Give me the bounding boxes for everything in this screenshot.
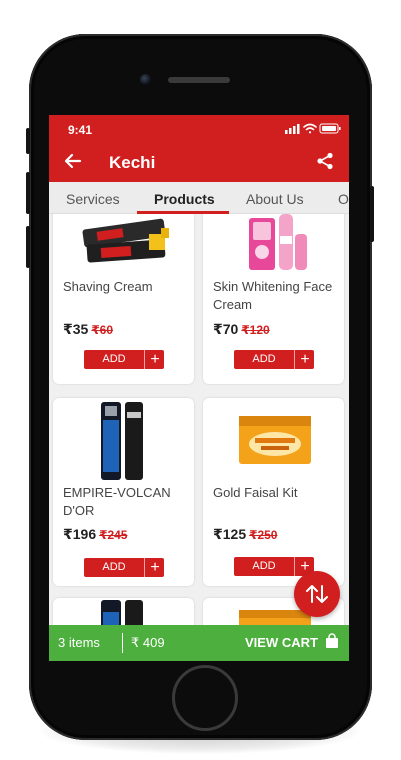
product-name: Skin Whitening Face Cream	[213, 279, 333, 312]
add-button-divider	[144, 558, 145, 577]
status-icons	[285, 123, 341, 134]
plus-icon[interactable]: +	[296, 350, 314, 369]
tab-bar: Services Products About Us O	[49, 182, 349, 214]
tab-services[interactable]: Services	[66, 191, 120, 207]
app-screen: 9:41 Kechi Services Products About Us O …	[49, 115, 349, 661]
phone-power-button	[370, 186, 374, 242]
product-mrp: ₹120	[241, 323, 270, 337]
product-mrp: ₹250	[249, 528, 278, 542]
add-button-divider	[294, 350, 295, 369]
product-price: ₹196	[63, 526, 97, 542]
plus-icon[interactable]: +	[146, 350, 164, 369]
back-arrow-icon[interactable]	[63, 151, 83, 171]
product-mrp: ₹60	[91, 323, 114, 337]
cart-divider	[122, 633, 123, 653]
product-image-deodorant	[101, 402, 143, 480]
share-icon[interactable]	[316, 152, 334, 170]
cart-total: ₹ 409	[131, 635, 165, 650]
tab-about-us[interactable]: About Us	[246, 191, 304, 207]
product-price: ₹70	[213, 321, 239, 337]
product-price-row: ₹70 ₹120	[213, 321, 270, 338]
add-button-label: ADD	[102, 561, 126, 573]
app-bar: Kechi	[49, 142, 349, 182]
status-bar: 9:41	[49, 115, 349, 142]
phone-volume-up	[26, 172, 30, 214]
product-price-row: ₹125 ₹250	[213, 526, 277, 543]
product-card-shaving-cream[interactable]: Shaving Cream ₹35 ₹60 ADD +	[53, 214, 194, 384]
product-card-gold-faisal-kit[interactable]: Gold Faisal Kit ₹125 ₹250 ADD +	[203, 398, 344, 586]
cellular-signal-icon	[285, 124, 300, 134]
product-image-facial-kit	[239, 416, 311, 464]
home-button[interactable]	[172, 665, 238, 731]
view-cart-button[interactable]: VIEW CART	[245, 635, 318, 650]
sort-fab-button[interactable]	[294, 571, 340, 617]
product-price: ₹35	[63, 321, 89, 337]
add-button-label: ADD	[102, 353, 126, 365]
product-price: ₹125	[213, 526, 247, 542]
product-mrp: ₹245	[99, 528, 128, 542]
product-image-face-cream	[249, 214, 307, 270]
shopping-bag-icon	[326, 633, 338, 648]
add-button-divider	[144, 350, 145, 369]
battery-icon	[319, 123, 341, 134]
product-image-shaving-cream	[82, 218, 169, 263]
phone-volume-down	[26, 226, 30, 268]
tab-products[interactable]: Products	[154, 191, 215, 207]
product-name: Shaving Cream	[63, 279, 153, 294]
tab-overflow[interactable]: O	[338, 191, 349, 207]
product-card-face-cream[interactable]: Skin Whitening Face Cream ₹70 ₹120 ADD +	[203, 214, 344, 384]
product-price-row: ₹35 ₹60	[63, 321, 113, 338]
wifi-icon	[303, 123, 317, 134]
front-camera	[140, 74, 151, 85]
product-name: EMPIRE-VOLCAN D'OR	[63, 485, 171, 518]
add-button-label: ADD	[252, 560, 276, 572]
product-card-empire-volcan[interactable]: EMPIRE-VOLCAN D'OR ₹196 ₹245 ADD +	[53, 398, 194, 586]
phone-mute-switch	[26, 128, 30, 154]
cart-bar[interactable]: 3 items ₹ 409 VIEW CART	[49, 625, 349, 661]
page-title: Kechi	[109, 153, 156, 172]
cart-item-count: 3 items	[58, 635, 100, 650]
product-price-row: ₹196 ₹245	[63, 526, 127, 543]
sort-arrows-icon	[306, 585, 328, 603]
plus-icon[interactable]: +	[146, 558, 164, 577]
add-button-label: ADD	[252, 353, 276, 365]
product-name: Gold Faisal Kit	[213, 485, 298, 500]
add-to-cart-button[interactable]: ADD +	[84, 558, 164, 577]
earpiece-speaker	[168, 77, 230, 83]
add-to-cart-button[interactable]: ADD +	[84, 350, 164, 369]
add-to-cart-button[interactable]: ADD +	[234, 350, 314, 369]
